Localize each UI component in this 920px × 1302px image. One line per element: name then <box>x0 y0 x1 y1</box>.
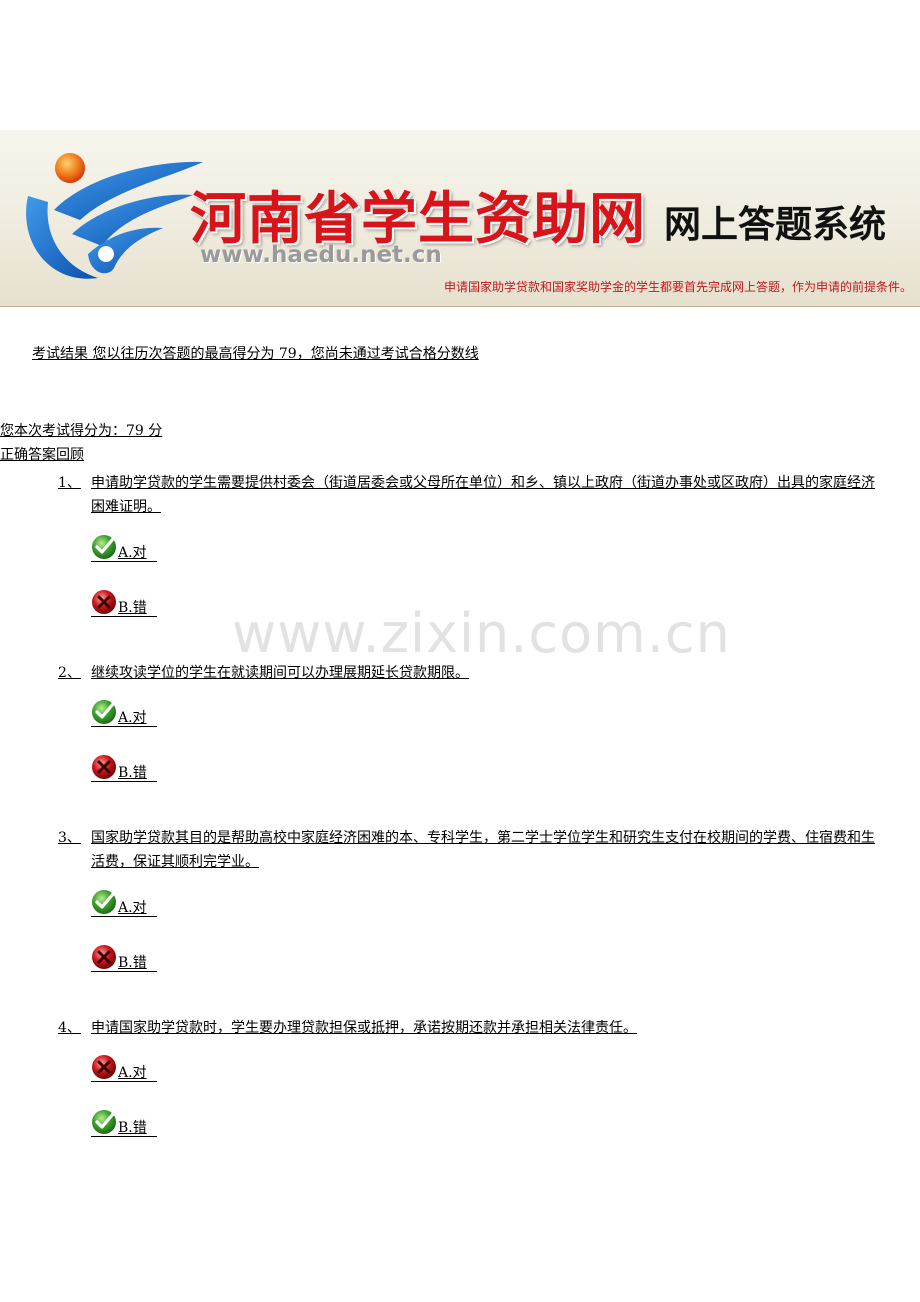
header-notice: 申请国家助学贷款和国家奖助学金的学生都要首先完成网上答题，作为申请的前提条件。 <box>443 280 912 294</box>
watermark: www.zixin.com.cn <box>232 602 731 665</box>
answer-option[interactable]: B.错 <box>91 588 161 620</box>
cross-icon <box>91 753 118 780</box>
option-label: B.错 <box>118 1120 147 1136</box>
cross-icon <box>91 943 118 970</box>
option-underline <box>91 781 157 782</box>
answer-option[interactable]: A.对 <box>91 698 161 730</box>
check-icon <box>91 1108 118 1135</box>
exam-result-line: 考试结果 您以往历次答题的最高得分为 79，您尚未通过考试合格分数线 <box>32 346 479 362</box>
option-label: B.错 <box>118 600 147 616</box>
option-label: A.对 <box>118 545 147 561</box>
answer-option[interactable]: A.对 <box>91 888 161 920</box>
site-url: www.haedu.net.cn <box>200 242 442 268</box>
header-banner: 河南省学生资助网 网上答题系统 www.haedu.net.cn 申请国家助学贷… <box>0 130 920 307</box>
system-title: 网上答题系统 <box>664 203 886 246</box>
option-label: A.对 <box>118 1065 147 1081</box>
answer-review-title: 正确答案回顾 <box>0 447 84 463</box>
question-text: 申请助学贷款的学生需要提供村委会（街道居委会或父母所在单位）和乡、镇以上政府（街… <box>91 475 875 515</box>
option-underline <box>91 726 157 727</box>
question-number: 4、 <box>58 1020 81 1036</box>
option-underline <box>91 616 157 617</box>
option-label: A.对 <box>118 900 147 916</box>
answer-option[interactable]: B.错 <box>91 943 161 975</box>
question-number: 1、 <box>58 475 81 491</box>
option-underline <box>91 1081 157 1082</box>
option-underline <box>91 916 157 917</box>
option-label: A.对 <box>118 710 147 726</box>
option-label: B.错 <box>118 765 147 781</box>
haedu-logo <box>26 153 203 279</box>
option-underline <box>91 1136 157 1137</box>
answer-option[interactable]: B.错 <box>91 753 161 785</box>
check-icon <box>91 533 118 560</box>
question-text: 申请国家助学贷款时，学生要办理贷款担保或抵押，承诺按期还款并承担相关法律责任。 <box>91 1020 637 1036</box>
answer-option[interactable]: B.错 <box>91 1108 161 1140</box>
question-number: 3、 <box>58 830 81 846</box>
option-underline <box>91 561 157 562</box>
check-icon <box>91 698 118 725</box>
option-underline <box>91 971 157 972</box>
answer-option[interactable]: A.对 <box>91 1053 161 1085</box>
question-text: 继续攻读学位的学生在就读期间可以办理展期延长贷款期限。 <box>91 665 469 681</box>
cross-icon <box>91 588 118 615</box>
option-label: B.错 <box>118 955 147 971</box>
question-number: 2、 <box>58 665 81 681</box>
answer-option[interactable]: A.对 <box>91 533 161 565</box>
question-text: 国家助学贷款其目的是帮助高校中家庭经济困难的本、专科学生，第二学士学位学生和研究… <box>91 830 875 870</box>
cross-icon <box>91 1053 118 1080</box>
check-icon <box>91 888 118 915</box>
current-score: 您本次考试得分为：79 分 <box>0 423 163 439</box>
